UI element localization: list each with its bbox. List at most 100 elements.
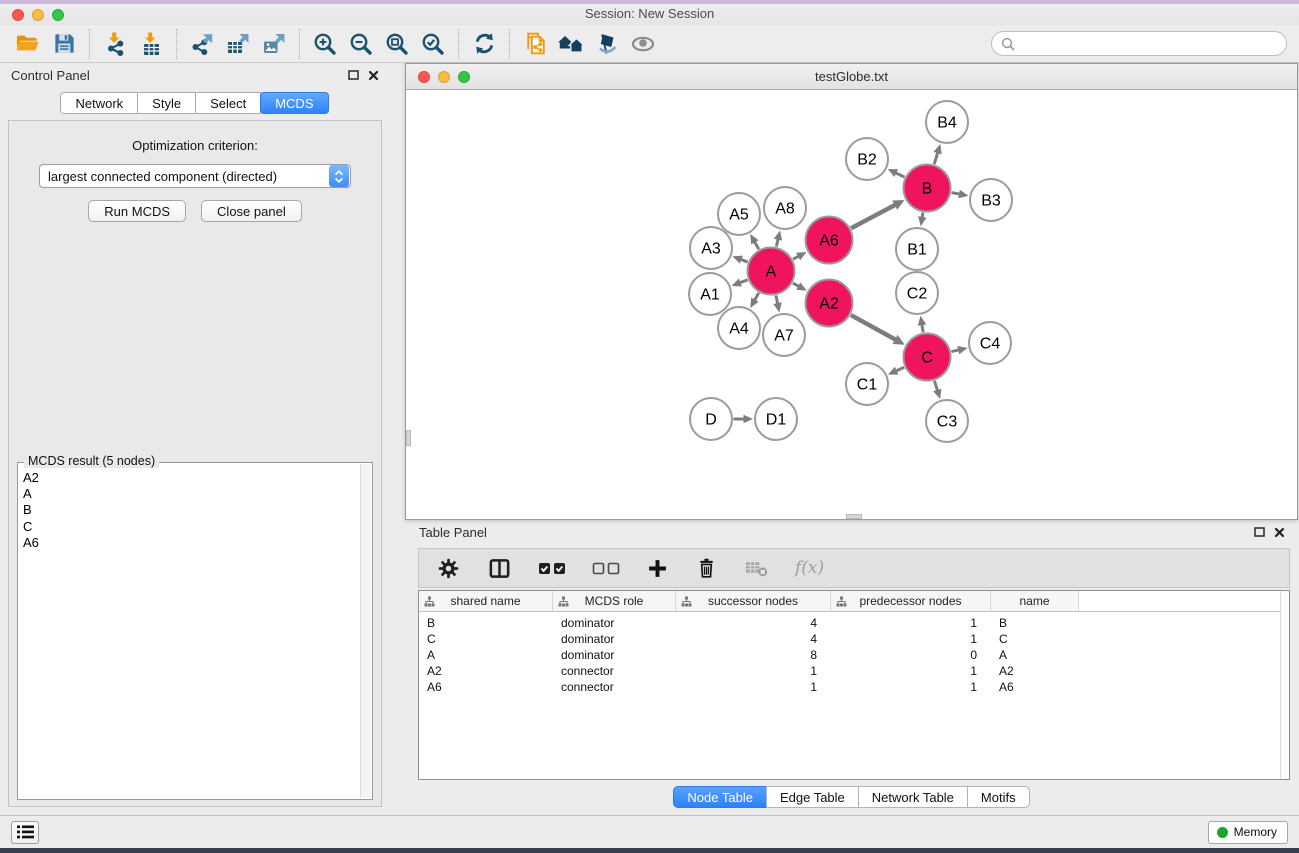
result-item[interactable]: C: [23, 519, 372, 535]
tab-network-table[interactable]: Network Table: [858, 786, 968, 808]
refresh-button[interactable]: [466, 28, 502, 60]
graph-edge-A-A7[interactable]: [773, 295, 781, 312]
table-row[interactable]: Adominator80A: [419, 647, 1289, 663]
cell-MCDS-role[interactable]: dominator: [553, 648, 676, 662]
fit-content-button[interactable]: [379, 28, 415, 60]
graph-node-A1[interactable]: A1: [689, 273, 731, 315]
graph-node-B[interactable]: B: [904, 165, 951, 212]
graph-edge-A-A2[interactable]: [793, 282, 807, 290]
first-neighbors-button[interactable]: [553, 28, 589, 60]
result-item[interactable]: A: [23, 486, 372, 502]
graph-node-C2[interactable]: C2: [896, 272, 938, 314]
tab-edge-table[interactable]: Edge Table: [766, 786, 859, 808]
splitter-grip[interactable]: [406, 430, 411, 446]
graph-node-A8[interactable]: A8: [764, 187, 806, 229]
graph-edge-B-B4[interactable]: [933, 144, 941, 164]
function-builder-button[interactable]: f(x): [795, 558, 824, 578]
cell-shared-name[interactable]: A: [419, 648, 553, 662]
cell-predecessor-nodes[interactable]: 1: [831, 616, 991, 630]
result-item[interactable]: B: [23, 502, 372, 518]
graph-edge-A-A8[interactable]: [774, 230, 782, 246]
zoom-in-button[interactable]: [307, 28, 343, 60]
graph-edge-A2-C[interactable]: [851, 315, 905, 345]
cell-name[interactable]: B: [991, 616, 1079, 630]
cell-MCDS-role[interactable]: dominator: [553, 616, 676, 630]
cell-MCDS-role[interactable]: dominator: [553, 632, 676, 646]
close-panel-button[interactable]: Close panel: [201, 200, 302, 222]
graph-node-B4[interactable]: B4: [926, 101, 968, 143]
column-header-name[interactable]: name: [991, 591, 1079, 611]
graph-node-C3[interactable]: C3: [926, 400, 968, 442]
result-scrollbar[interactable]: [360, 464, 371, 798]
graph-edge-C-C2[interactable]: [918, 316, 926, 333]
cell-successor-nodes[interactable]: 8: [676, 648, 831, 662]
task-history-button[interactable]: [11, 821, 39, 844]
column-header-shared-name[interactable]: shared name: [419, 591, 553, 611]
table-row[interactable]: A2connector11A2: [419, 663, 1289, 679]
graph-node-A4[interactable]: A4: [718, 307, 760, 349]
tab-motifs[interactable]: Motifs: [967, 786, 1030, 808]
graph-edge-A-A3[interactable]: [732, 256, 747, 264]
cell-MCDS-role[interactable]: connector: [553, 680, 676, 694]
show-all-button[interactable]: [625, 28, 661, 60]
import-table-button[interactable]: [133, 28, 169, 60]
tab-node-table[interactable]: Node Table: [673, 786, 767, 808]
delete-columns-button[interactable]: [695, 556, 718, 580]
result-item[interactable]: A2: [23, 470, 372, 486]
splitter-grip[interactable]: [846, 514, 862, 519]
graph-edge-B-B1[interactable]: [918, 213, 926, 227]
graph-node-B3[interactable]: B3: [970, 179, 1012, 221]
graph-node-D[interactable]: D: [690, 398, 732, 440]
float-panel-icon[interactable]: [1254, 527, 1265, 537]
graph-node-C1[interactable]: C1: [846, 363, 888, 405]
column-header-MCDS-role[interactable]: MCDS role: [553, 591, 676, 611]
graph-edge-D-D1[interactable]: [734, 415, 754, 424]
zoom-selected-button[interactable]: [415, 28, 451, 60]
close-panel-icon[interactable]: [368, 70, 379, 81]
open-session-button[interactable]: [10, 28, 46, 60]
cell-shared-name[interactable]: A6: [419, 680, 553, 694]
add-column-button[interactable]: [646, 557, 669, 580]
graph-node-A2[interactable]: A2: [806, 280, 853, 327]
close-panel-icon[interactable]: [1274, 527, 1285, 538]
tab-style[interactable]: Style: [137, 92, 196, 114]
tab-mcds[interactable]: MCDS: [260, 92, 328, 114]
graph-node-A3[interactable]: A3: [690, 227, 732, 269]
graph-node-A7[interactable]: A7: [763, 314, 805, 356]
graph-edge-A-A5[interactable]: [750, 234, 759, 249]
cell-successor-nodes[interactable]: 1: [676, 680, 831, 694]
graph-edge-C-C3[interactable]: [933, 381, 941, 399]
tab-select[interactable]: Select: [195, 92, 261, 114]
table-scrollbar[interactable]: [1280, 591, 1289, 779]
cell-name[interactable]: A6: [991, 680, 1079, 694]
graph-node-C[interactable]: C: [904, 334, 951, 381]
export-image-button[interactable]: [256, 28, 292, 60]
hide-selected-button[interactable]: [589, 28, 625, 60]
graph-node-B2[interactable]: B2: [846, 138, 888, 180]
result-item[interactable]: A6: [23, 535, 372, 551]
graph-edge-C-C4[interactable]: [951, 346, 967, 354]
zoom-out-button[interactable]: [343, 28, 379, 60]
table-row[interactable]: Bdominator41B: [419, 615, 1289, 631]
import-network-button[interactable]: [97, 28, 133, 60]
graph-edge-A-A1[interactable]: [732, 279, 748, 287]
select-all-columns-button[interactable]: [538, 562, 566, 575]
cell-shared-name[interactable]: C: [419, 632, 553, 646]
optimization-criterion-select[interactable]: largest connected component (directed): [39, 164, 351, 188]
graph-edge-B-B3[interactable]: [952, 190, 969, 198]
cell-predecessor-nodes[interactable]: 1: [831, 680, 991, 694]
float-panel-icon[interactable]: [348, 70, 359, 80]
delete-table-button[interactable]: [744, 557, 769, 579]
cell-predecessor-nodes[interactable]: 1: [831, 664, 991, 678]
column-header-predecessor-nodes[interactable]: predecessor nodes: [831, 591, 991, 611]
graph-edge-C-C1[interactable]: [888, 367, 904, 375]
table-row[interactable]: Cdominator41C: [419, 631, 1289, 647]
cell-name[interactable]: C: [991, 632, 1079, 646]
cell-successor-nodes[interactable]: 4: [676, 616, 831, 630]
cell-name[interactable]: A: [991, 648, 1079, 662]
graph-node-C4[interactable]: C4: [969, 322, 1011, 364]
export-table-button[interactable]: [220, 28, 256, 60]
graph-node-D1[interactable]: D1: [755, 398, 797, 440]
cell-shared-name[interactable]: A2: [419, 664, 553, 678]
graph-edge-A-A6[interactable]: [793, 252, 806, 260]
